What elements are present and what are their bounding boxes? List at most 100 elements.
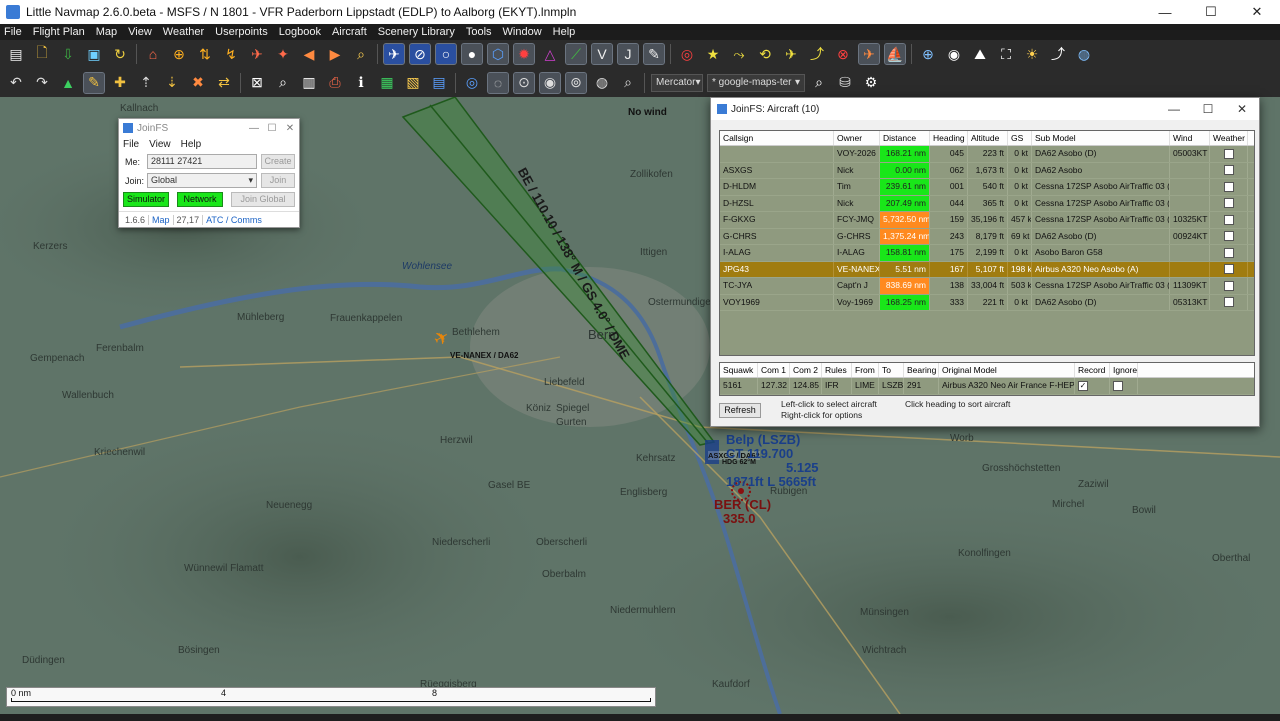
projection-select[interactable]: Mercator ▾ xyxy=(651,73,703,92)
show-airspaces-icon[interactable]: ◎ xyxy=(677,44,697,64)
legend-icon[interactable]: ▧ xyxy=(403,73,423,93)
print-icon[interactable]: ⎙ xyxy=(325,73,345,93)
forward-icon[interactable]: ▶ xyxy=(325,44,345,64)
add-waypoint-icon[interactable]: ✚ xyxy=(110,73,130,93)
menu-window[interactable]: Window xyxy=(503,26,542,38)
record-checkbox[interactable]: ✓ xyxy=(1078,380,1088,391)
holding-icon[interactable]: ⊚ xyxy=(565,71,587,94)
table-row[interactable]: JPG43 VE-NANEX 5.51 nm 167 5,107 ft 198 kt Air… xyxy=(720,261,1254,278)
weather-checkbox[interactable] xyxy=(1223,247,1234,258)
msa-icon[interactable]: ⌕ xyxy=(618,73,638,93)
route-icon[interactable]: ↯ xyxy=(221,44,241,64)
table-row[interactable]: TC-JYA Capt'n J 838.69 nm 138 33,004 ft 503 k… xyxy=(720,278,1254,295)
table-row[interactable]: I-ALAG I-ALAG 158.81 nm 175 2,199 ft 0 kt Asob… xyxy=(720,245,1254,262)
col-weather[interactable]: Weather xyxy=(1210,131,1248,145)
map-theme-select[interactable]: * google-maps-ter ▾ xyxy=(707,73,805,92)
col-callsign[interactable]: Callsign xyxy=(720,131,834,145)
show-ai-aircraft-icon[interactable]: ⊗ xyxy=(833,44,853,64)
show-sun-shading-icon[interactable]: ☀ xyxy=(1022,44,1042,64)
show-tracks-icon[interactable]: ✎ xyxy=(643,43,665,65)
delete-waypoint-icon[interactable]: ✖ xyxy=(188,73,208,93)
show-terrain-icon[interactable]: ⛰ xyxy=(970,44,990,64)
edit-icon[interactable]: ✎ xyxy=(83,71,105,94)
undo-icon[interactable]: ↶ xyxy=(6,73,26,93)
col-wind[interactable]: Wind xyxy=(1170,131,1210,145)
minimize-icon[interactable]: — xyxy=(245,123,263,134)
col-owner[interactable]: Owner xyxy=(834,131,880,145)
menu-tools[interactable]: Tools xyxy=(466,26,492,38)
menu-logbook[interactable]: Logbook xyxy=(279,26,321,38)
table-row[interactable]: VOY1969 Voy-1969 168.25 nm 333 221 ft 0 kt DA6… xyxy=(720,294,1254,311)
weather-checkbox[interactable] xyxy=(1223,198,1234,209)
close-icon[interactable]: ✕ xyxy=(1225,102,1259,116)
show-grid-icon[interactable]: ⊕ xyxy=(918,44,938,64)
maximize-button[interactable]: ☐ xyxy=(1188,0,1234,24)
menu-userpoints[interactable]: Userpoints xyxy=(215,26,268,38)
show-ndb-icon[interactable]: ✹ xyxy=(513,43,535,65)
new-file-icon[interactable]: ▤ xyxy=(6,44,26,64)
show-ils-icon[interactable]: ⟋ xyxy=(565,43,587,65)
chart-icon[interactable]: ▦ xyxy=(377,73,397,93)
show-jet-airways-icon[interactable]: J xyxy=(617,43,639,65)
maximize-icon[interactable]: ☐ xyxy=(263,123,281,134)
show-userpoints-icon[interactable]: ★ xyxy=(703,44,723,64)
show-addon-airports-icon[interactable]: ● xyxy=(461,43,483,65)
minimize-button[interactable]: — xyxy=(1142,0,1188,24)
calc-icon[interactable]: ⊠ xyxy=(247,73,267,93)
menu-file[interactable]: File xyxy=(4,26,22,38)
marker-icon[interactable]: ✦ xyxy=(273,44,293,64)
gear-icon[interactable]: ⚙ xyxy=(861,73,881,93)
show-country-icon[interactable]: ◉ xyxy=(944,44,964,64)
simulator-button[interactable]: Simulator xyxy=(123,192,169,207)
col-distance[interactable]: Distance xyxy=(880,131,930,145)
show-online-aircraft-icon[interactable]: ✈ xyxy=(858,43,880,65)
new-plan-icon[interactable]: 🗋 xyxy=(32,44,52,64)
back-icon[interactable]: ◀ xyxy=(299,44,319,64)
search-icon[interactable]: ⌕ xyxy=(273,73,293,93)
flight-plan-icon[interactable]: ⇅ xyxy=(195,44,215,64)
show-vor-icon[interactable]: ⬡ xyxy=(487,43,509,65)
menu-help[interactable]: Help xyxy=(553,26,576,38)
move-down-icon[interactable]: ⇣ xyxy=(162,73,182,93)
close-icon[interactable]: ✕ xyxy=(281,123,299,134)
col-altitude[interactable]: Altitude xyxy=(968,131,1008,145)
menu-map[interactable]: Map xyxy=(96,26,117,38)
redo-icon[interactable]: ↷ xyxy=(32,73,52,93)
open-icon[interactable]: ⇩ xyxy=(58,44,78,64)
zoom-icon[interactable]: ⌕ xyxy=(351,44,371,64)
show-aircraft-icon[interactable]: ✈ xyxy=(781,44,801,64)
reverse-icon[interactable]: ⇄ xyxy=(214,73,234,93)
ndb-label[interactable]: BER (CL) 335.0 xyxy=(714,498,771,526)
refresh-button[interactable]: Refresh xyxy=(719,403,761,418)
weather-checkbox[interactable] xyxy=(1223,148,1234,159)
col-gs[interactable]: GS xyxy=(1008,131,1032,145)
joinfs-menu-file[interactable]: File xyxy=(123,139,139,150)
menu-aircraft[interactable]: Aircraft xyxy=(332,26,367,38)
map-link[interactable]: Map xyxy=(149,214,174,225)
log-icon[interactable]: ▤ xyxy=(429,73,449,93)
range-ring-icon[interactable]: ◌ xyxy=(487,71,509,94)
home-icon[interactable]: ⌂ xyxy=(143,44,163,64)
menu-flight-plan[interactable]: Flight Plan xyxy=(33,26,85,38)
show-airports-icon[interactable]: ✈ xyxy=(383,43,405,65)
join-select[interactable]: Global ▾ xyxy=(147,173,257,188)
airport-label[interactable]: Belp (LSZB) CT 119.700 5.125 1871ft L 56… xyxy=(726,433,819,489)
menu-scenery-library[interactable]: Scenery Library xyxy=(378,26,455,38)
weather-checkbox[interactable] xyxy=(1223,280,1234,291)
show-wind-icon[interactable]: ⤴ xyxy=(1048,44,1068,64)
ignore-checkbox[interactable] xyxy=(1113,380,1123,391)
menu-view[interactable]: View xyxy=(128,26,152,38)
compass-rose-icon[interactable]: ◉ xyxy=(539,71,561,94)
show-empty-airports-icon[interactable]: ○ xyxy=(435,43,457,65)
range-rings-icon[interactable]: ◎ xyxy=(462,73,482,93)
traffic-pattern-icon[interactable]: ◍ xyxy=(592,73,612,93)
table-row[interactable]: VOY-2026 168.21 nm 045 223 ft 0 kt DA62 Asobo… xyxy=(720,146,1254,163)
col-heading[interactable]: Heading xyxy=(930,131,968,145)
show-globe-icon[interactable]: ◍ xyxy=(1074,44,1094,64)
show-aircraft-trail-icon[interactable]: ⤴ xyxy=(807,44,827,64)
close-button[interactable]: ✕ xyxy=(1234,0,1280,24)
userpoint-icon[interactable]: ✈ xyxy=(247,44,267,64)
join-global-button[interactable]: Join Global xyxy=(231,192,295,207)
joinfs-menu-help[interactable]: Help xyxy=(181,139,202,150)
atc-comms-link[interactable]: ATC / Comms xyxy=(203,215,265,225)
